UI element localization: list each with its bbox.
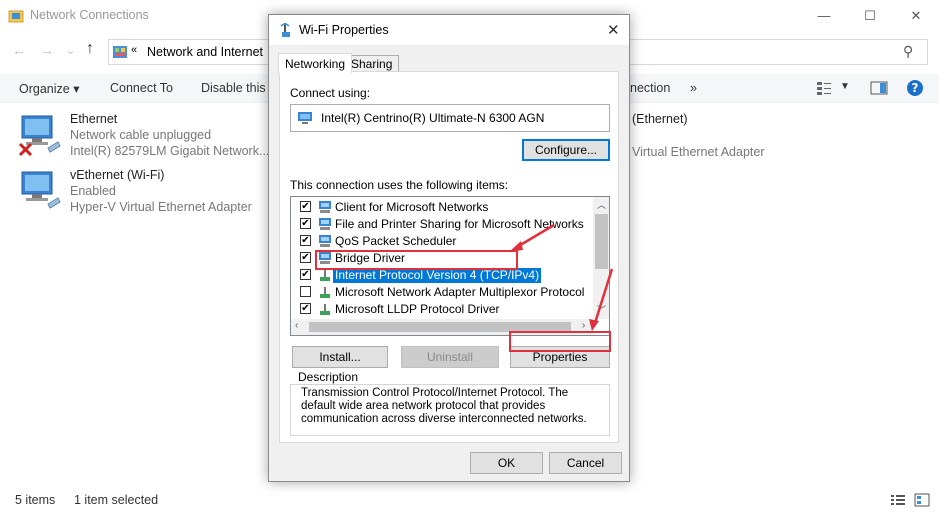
network-adapter-icon — [298, 112, 312, 124]
list-item-label: Microsoft LLDP Protocol Driver — [335, 302, 500, 316]
properties-highlight-box — [509, 331, 611, 352]
hidden-connection-item[interactable]: (Ethernet) Virtual Ethernet Adapter — [632, 112, 932, 162]
network-folder-icon — [8, 10, 24, 23]
network-client-icon — [318, 234, 332, 248]
breadcrumb-network-and-internet[interactable]: Network and Internet — [147, 45, 263, 59]
wifi-properties-dialog: Wi-Fi Properties ✕ Networking Sharing Co… — [268, 14, 630, 482]
maximize-button[interactable]: ☐ — [847, 0, 893, 32]
network-client-icon — [318, 200, 332, 214]
ethernet-name: Ethernet — [70, 112, 118, 126]
list-item-label: Microsoft Network Adapter Multiplexor Pr… — [335, 285, 585, 299]
dialog-close-icon[interactable]: ✕ — [607, 21, 620, 39]
vethernet-name: vEthernet (Wi-Fi) — [70, 168, 165, 182]
scroll-thumb[interactable] — [595, 214, 608, 269]
ethernet-adapter: Intel(R) 82579LM Gigabit Network... — [70, 144, 270, 158]
tab-networking[interactable]: Networking — [278, 53, 353, 73]
list-item-label: QoS Packet Scheduler — [335, 234, 457, 248]
scroll-right-icon[interactable]: › — [582, 320, 585, 331]
adapter-field: Intel(R) Centrino(R) Ultimate-N 6300 AGN — [290, 104, 610, 132]
connect-to-button[interactable]: Connect To — [110, 81, 173, 95]
list-item-label: Internet Protocol Version 4 (TCP/IPv4) — [333, 268, 542, 283]
checked-checkbox[interactable]: ✔ — [300, 218, 311, 229]
hidden-connection-name: (Ethernet) — [632, 112, 688, 126]
more-commands-button[interactable]: » — [690, 81, 697, 95]
item-count: 5 items — [15, 493, 56, 507]
status-bar: 5 items 1 item selected — [0, 490, 939, 512]
checked-checkbox[interactable]: ✔ — [300, 252, 311, 263]
checked-checkbox[interactable]: ✔ — [300, 201, 311, 212]
dialog-title: Wi-Fi Properties — [299, 23, 389, 37]
explorer-title: Network Connections — [30, 8, 149, 22]
ipv4-highlight-box — [315, 250, 518, 270]
scroll-down-icon[interactable]: ﹀ — [597, 303, 606, 316]
adapter-name: Intel(R) Centrino(R) Ultimate-N 6300 AGN — [321, 111, 545, 125]
network-adapter-icon — [21, 171, 61, 209]
checked-checkbox[interactable]: ✔ — [300, 269, 311, 280]
dialog-titlebar: Wi-Fi Properties ✕ — [269, 15, 629, 45]
vethernet-connection-item[interactable]: vEthernet (Wi-Fi) Enabled Hyper-V Virtua… — [18, 168, 268, 218]
install-button[interactable]: Install... — [292, 346, 388, 368]
description-label: Description — [296, 370, 361, 384]
control-panel-icon — [113, 46, 127, 58]
checked-checkbox[interactable]: ✔ — [300, 303, 311, 314]
scroll-left-icon[interactable]: ‹ — [295, 320, 298, 331]
list-item[interactable]: ✔ QoS Packet Scheduler — [291, 233, 591, 250]
description-text: Transmission Control Protocol/Internet P… — [301, 387, 587, 425]
checked-checkbox[interactable]: ✔ — [300, 235, 311, 246]
ethernet-connection-item[interactable]: Ethernet Network cable unplugged Intel(R… — [18, 112, 270, 162]
list-item[interactable]: Microsoft Network Adapter Multiplexor Pr… — [291, 284, 591, 301]
forward-arrow-icon[interactable]: → — [40, 42, 54, 58]
tab-sharing[interactable]: Sharing — [344, 55, 400, 71]
disconnected-x-icon — [18, 142, 33, 157]
view-options-icon[interactable] — [816, 80, 832, 96]
back-arrow-icon[interactable]: ← — [12, 42, 26, 58]
scroll-up-icon[interactable]: ︿ — [597, 198, 606, 211]
connect-using-label: Connect using: — [290, 86, 371, 100]
hidden-connection-adapter: Virtual Ethernet Adapter — [632, 145, 765, 159]
cancel-button[interactable]: Cancel — [549, 452, 622, 474]
svg-text:?: ? — [912, 81, 919, 95]
ok-button[interactable]: OK — [470, 452, 543, 474]
breadcrumb-overflow[interactable]: « — [131, 44, 137, 56]
minimize-button[interactable]: — — [801, 0, 847, 32]
items-label: This connection uses the following items… — [290, 178, 509, 192]
ethernet-status: Network cable unplugged — [70, 128, 212, 142]
recent-chevron-icon[interactable]: ⌄ — [66, 44, 75, 57]
unchecked-checkbox[interactable] — [300, 286, 311, 297]
tiles-view-icon[interactable] — [914, 493, 930, 507]
vertical-scrollbar[interactable]: ︿ ﹀ — [593, 197, 609, 319]
rename-connection-button[interactable]: nection — [630, 81, 670, 95]
protocol-icon — [318, 302, 332, 316]
list-item-label: Client for Microsoft Networks — [335, 200, 489, 214]
up-arrow-icon[interactable]: ↑ — [86, 40, 94, 58]
vethernet-adapter: Hyper-V Virtual Ethernet Adapter — [70, 200, 252, 214]
search-icon[interactable]: ⚲ — [903, 43, 913, 60]
close-window-button[interactable]: ✕ — [893, 0, 939, 32]
protocol-icon — [318, 285, 332, 299]
organize-button[interactable]: Organize ▾ — [19, 81, 79, 96]
network-client-icon — [318, 217, 332, 231]
view-dropdown-icon[interactable]: ▼ — [840, 81, 850, 92]
list-item[interactable]: ✔ File and Printer Sharing for Microsoft … — [291, 216, 591, 233]
list-item[interactable]: ✔ Microsoft LLDP Protocol Driver — [291, 301, 591, 318]
vethernet-status: Enabled — [70, 184, 116, 198]
list-item-label: File and Printer Sharing for Microsoft N… — [335, 217, 584, 231]
disable-device-button[interactable]: Disable this r — [201, 81, 273, 95]
help-icon[interactable]: ? — [906, 79, 924, 97]
wifi-adapter-icon — [280, 23, 290, 37]
uninstall-button[interactable]: Uninstall — [401, 346, 499, 368]
protocol-icon — [318, 268, 332, 282]
preview-pane-icon[interactable] — [870, 80, 888, 96]
selected-count: 1 item selected — [74, 493, 159, 507]
details-view-icon[interactable] — [890, 493, 906, 507]
description-group: Transmission Control Protocol/Internet P… — [290, 384, 610, 436]
list-item[interactable]: ✔ Client for Microsoft Networks — [291, 199, 591, 216]
configure-button[interactable]: Configure... — [522, 139, 610, 161]
